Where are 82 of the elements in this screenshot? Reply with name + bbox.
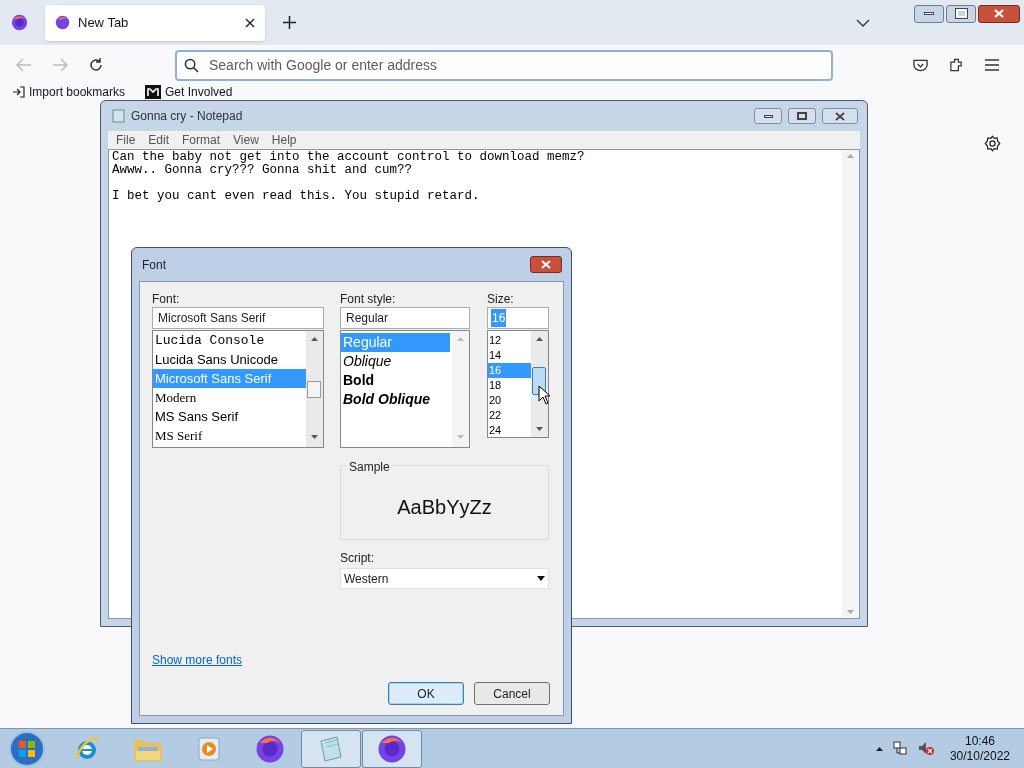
- dropdown-arrow-icon: [537, 576, 545, 581]
- menu-item[interactable]: Format: [182, 131, 221, 149]
- taskbar-button[interactable]: [362, 729, 422, 768]
- new-tab-icon[interactable]: [283, 16, 296, 29]
- four-squares-icon: [18, 739, 36, 758]
- list-item[interactable]: 12: [488, 333, 531, 348]
- close-button[interactable]: [822, 108, 858, 124]
- maximize-button[interactable]: [788, 108, 816, 124]
- show-hidden-icons-icon[interactable]: [875, 746, 883, 751]
- clock-time[interactable]: 10:46: [964, 733, 995, 749]
- firefox-icon: [255, 733, 285, 764]
- settings-icon[interactable]: [984, 135, 1001, 152]
- menu-item[interactable]: View: [233, 131, 259, 149]
- import-icon: [12, 86, 25, 98]
- script-dropdown[interactable]: Western: [340, 568, 549, 589]
- notepad-icon: [317, 734, 345, 763]
- list-item[interactable]: Bold: [341, 371, 452, 390]
- font-style-field[interactable]: Regular: [340, 307, 470, 329]
- scroll-down-icon[interactable]: [536, 427, 543, 431]
- list-item[interactable]: Lucida Console: [153, 331, 306, 350]
- scroll-down-icon[interactable]: [311, 435, 318, 439]
- scroll-up-icon[interactable]: [536, 337, 543, 341]
- restore-button[interactable]: [946, 4, 976, 23]
- close-icon: [835, 111, 845, 121]
- volume-muted-icon[interactable]: [917, 741, 934, 756]
- close-icon[interactable]: [245, 17, 255, 28]
- ok-button[interactable]: OK: [388, 682, 464, 705]
- list-item[interactable]: MS Sans Serif: [153, 407, 306, 426]
- cancel-button[interactable]: Cancel: [474, 682, 550, 705]
- field-label: Font:: [152, 291, 180, 308]
- bookmark-link[interactable]: Import bookmarks: [29, 85, 126, 99]
- notepad-icon: [112, 109, 125, 123]
- list-item[interactable]: 18: [488, 378, 531, 393]
- scroll-up-icon[interactable]: [311, 337, 318, 341]
- list-item[interactable]: Modern: [153, 388, 306, 407]
- close-icon: [994, 9, 1004, 18]
- tab-title: New Tab: [78, 13, 130, 32]
- network-icon[interactable]: [892, 741, 908, 756]
- media-player-icon: [197, 735, 221, 762]
- list-item[interactable]: 24: [488, 423, 531, 438]
- search-icon: [184, 57, 199, 73]
- chevron-down-icon[interactable]: [856, 18, 870, 27]
- pocket-icon[interactable]: [913, 58, 928, 72]
- list-item[interactable]: Oblique: [341, 352, 452, 371]
- field-label: Script:: [340, 550, 374, 567]
- menu-item[interactable]: Edit: [148, 131, 170, 149]
- list-item[interactable]: Bold Oblique: [341, 390, 452, 409]
- list-item[interactable]: 22: [488, 408, 531, 423]
- window-title: Gonna cry - Notepad: [131, 108, 244, 125]
- close-button[interactable]: [530, 256, 562, 273]
- scroll-thumb[interactable]: [307, 381, 321, 398]
- sample-text: AaBbYyZz: [397, 494, 492, 520]
- taskbar-button[interactable]: [301, 729, 361, 768]
- bookmark-link[interactable]: Get Involved: [165, 85, 233, 99]
- firefox-icon: [55, 15, 70, 30]
- list-item[interactable]: 14: [488, 348, 531, 363]
- list-item[interactable]: 20: [488, 393, 531, 408]
- reload-icon[interactable]: [88, 57, 104, 73]
- firefox-icon: [377, 733, 407, 764]
- menu-item[interactable]: Help: [271, 131, 297, 149]
- address-bar[interactable]: Search with Google or enter address: [175, 49, 833, 81]
- field-label: Size:: [487, 291, 514, 308]
- list-item[interactable]: MS Serif: [153, 426, 306, 445]
- close-button[interactable]: [978, 4, 1020, 23]
- minimize-button[interactable]: [754, 108, 782, 124]
- list-item[interactable]: Lucida Sans Unicode: [153, 350, 306, 369]
- scrollbar[interactable]: [306, 331, 323, 447]
- browser-tab[interactable]: New Tab: [45, 4, 265, 41]
- scrollbar[interactable]: [531, 331, 548, 437]
- field-label: Font style:: [340, 291, 396, 308]
- show-more-fonts-link[interactable]: Show more fonts: [152, 651, 243, 669]
- menu-item[interactable]: File: [116, 131, 136, 149]
- font-field[interactable]: Microsoft Sans Serif: [152, 307, 324, 329]
- dialog-title: Font: [142, 256, 167, 274]
- start-button[interactable]: [9, 730, 45, 767]
- firefox-icon[interactable]: [11, 14, 28, 31]
- minimize-button[interactable]: [914, 4, 944, 23]
- menu-icon[interactable]: [985, 59, 999, 71]
- extensions-icon[interactable]: [949, 57, 964, 73]
- document-text: Can the baby not get into the account control to download memz? Awww.. Gonna cry??? Gonna shit and cum?? I bet you cant even read this. You stupid retard.: [112, 151, 586, 203]
- close-icon: [541, 260, 551, 269]
- clock-date[interactable]: 30/10/2022: [949, 748, 1010, 764]
